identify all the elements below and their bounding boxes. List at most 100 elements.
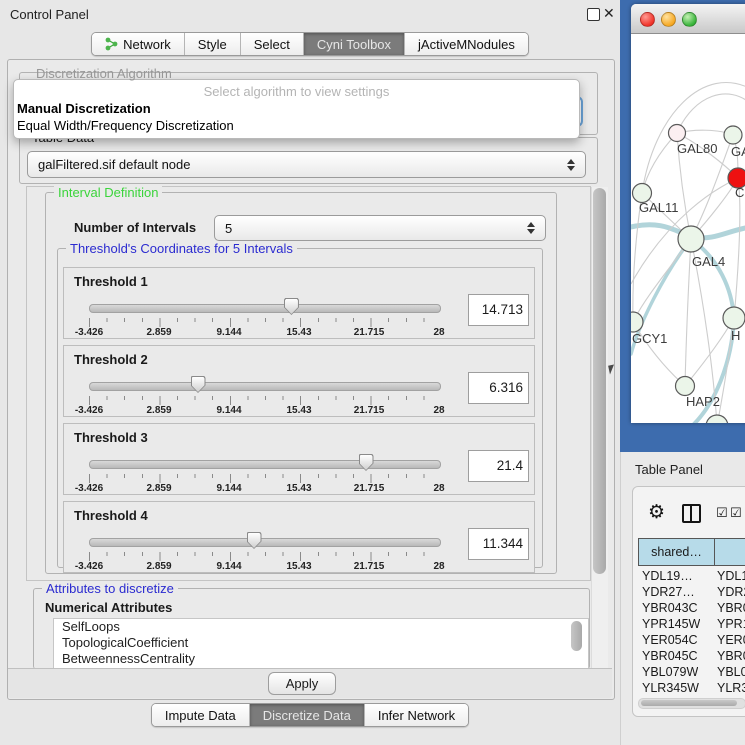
network-node-GAL80[interactable] bbox=[669, 125, 686, 142]
network-node-label: GCY1 bbox=[632, 331, 667, 346]
number-of-intervals-combobox[interactable]: 5 bbox=[214, 215, 546, 241]
network-node-partial-bottom[interactable] bbox=[706, 415, 728, 423]
tab-label: Infer Network bbox=[378, 708, 455, 723]
popup-item-equal-width-frequency[interactable]: Equal Width/Frequency Discretization bbox=[17, 118, 234, 133]
threshold-label: Threshold 1 bbox=[74, 274, 148, 289]
table-data-combobox[interactable]: galFiltered.sif default node bbox=[27, 151, 586, 178]
threshold-slider[interactable] bbox=[89, 532, 439, 552]
slider-ticks bbox=[89, 396, 439, 405]
table-cell[interactable]: YBL0 bbox=[717, 664, 745, 680]
tab-impute-data[interactable]: Impute Data bbox=[152, 704, 250, 726]
tab-jactivemnodules[interactable]: jActiveMNodules bbox=[405, 33, 528, 55]
table-row[interactable]: YER054C bbox=[642, 632, 698, 648]
slider-scale-labels: -3.426 2.859 9.144 15.43 21.715 28 bbox=[89, 561, 439, 571]
tab-cyni-toolbox[interactable]: Cyni Toolbox bbox=[304, 33, 405, 55]
threshold-label: Threshold 2 bbox=[74, 352, 148, 367]
table-row[interactable]: YDR27… bbox=[642, 584, 695, 600]
split-columns-icon[interactable] bbox=[682, 504, 701, 523]
column-header-name[interactable]: na bbox=[714, 538, 745, 566]
list-item[interactable]: SelfLoops bbox=[54, 619, 588, 635]
network-nodes[interactable]: GAL80GACGAL11GAL4GCY1HHAP2 bbox=[631, 125, 745, 424]
network-node-label: GAL11 bbox=[639, 200, 679, 215]
algorithm-dropdown-popup: Select algorithm to view settings Manual… bbox=[13, 79, 580, 139]
threshold-value-field[interactable]: 11.344 bbox=[468, 528, 529, 560]
table-cell[interactable]: YBR0 bbox=[717, 648, 745, 664]
float-window-icon[interactable] bbox=[587, 8, 600, 21]
network-node-GA[interactable] bbox=[724, 126, 742, 144]
scrollbar-thumb[interactable] bbox=[593, 188, 606, 574]
network-node-label: HAP2 bbox=[686, 394, 720, 409]
slider-ticks bbox=[89, 318, 439, 327]
network-node-label: GAL80 bbox=[677, 141, 717, 156]
column-header-shared-name[interactable]: shared… bbox=[638, 538, 715, 566]
threshold-slider[interactable] bbox=[89, 454, 439, 474]
network-node-label: GA bbox=[731, 144, 745, 159]
gear-icon[interactable]: ⚙ bbox=[648, 501, 665, 524]
tab-label: Network bbox=[123, 37, 171, 52]
popup-item-manual-discretization[interactable]: Manual Discretization bbox=[17, 101, 151, 116]
tab-network[interactable]: Network bbox=[92, 33, 185, 55]
table-cell[interactable]: YLR3 bbox=[717, 680, 745, 696]
control-panel-tabs: Network Style Select Cyni Toolbox jActiv… bbox=[0, 32, 620, 56]
list-item[interactable]: TopologicalCoefficient bbox=[54, 635, 588, 651]
threshold-value-field[interactable]: 6.316 bbox=[468, 372, 529, 404]
attributes-list-scrollbar[interactable] bbox=[571, 621, 582, 651]
combo-spinner-icon bbox=[527, 222, 535, 234]
panel-vertical-scrollbar[interactable] bbox=[591, 187, 608, 668]
discretization-algorithm-label: Discretization Algorithm bbox=[36, 66, 172, 81]
table-data-selected-value: galFiltered.sif default node bbox=[38, 157, 190, 172]
combo-spinner-icon bbox=[567, 159, 575, 171]
tab-style[interactable]: Style bbox=[185, 33, 241, 55]
slider-track[interactable] bbox=[89, 460, 441, 469]
scrollbar-thumb[interactable] bbox=[641, 700, 737, 706]
numerical-attributes-label: Numerical Attributes bbox=[45, 600, 172, 615]
slider-scale-labels: -3.426 2.859 9.144 15.43 21.715 28 bbox=[89, 327, 439, 337]
table-cell[interactable]: YPR1 bbox=[717, 616, 745, 632]
slider-track[interactable] bbox=[89, 538, 441, 547]
tab-select[interactable]: Select bbox=[241, 33, 304, 55]
threshold-slider[interactable] bbox=[89, 298, 439, 318]
network-window-titlebar bbox=[631, 4, 745, 34]
tab-discretize-data[interactable]: Discretize Data bbox=[250, 704, 365, 726]
network-node-H[interactable] bbox=[723, 307, 745, 329]
table-row[interactable]: YBR045C bbox=[642, 648, 698, 664]
threshold-value-field[interactable]: 21.4 bbox=[468, 450, 529, 482]
threshold-4-panel: Threshold 4 -3.426 2.859 9.144 15.43 21.… bbox=[63, 501, 535, 573]
checked-box-icon[interactable]: ☑ bbox=[730, 505, 742, 521]
table-cell[interactable]: YBR0 bbox=[717, 600, 745, 616]
close-icon[interactable]: ✕ bbox=[603, 5, 615, 22]
threshold-slider[interactable] bbox=[89, 376, 439, 396]
threshold-3-panel: Threshold 3 -3.426 2.859 9.144 15.43 21.… bbox=[63, 423, 535, 495]
popup-hint: Select algorithm to view settings bbox=[14, 84, 579, 99]
network-window[interactable]: GAL80GACGAL11GAL4GCY1HHAP2 bbox=[631, 4, 745, 423]
minimize-traffic-light-icon[interactable] bbox=[661, 12, 676, 27]
threshold-value-field[interactable]: 14.713 bbox=[468, 294, 529, 326]
table-row[interactable]: YBR043C bbox=[642, 600, 698, 616]
network-icon bbox=[105, 37, 118, 51]
number-of-intervals-value: 5 bbox=[225, 221, 232, 236]
zoom-traffic-light-icon[interactable] bbox=[682, 12, 697, 27]
network-node-GAL4[interactable] bbox=[678, 226, 704, 252]
threshold-label: Threshold 3 bbox=[74, 430, 148, 445]
checked-box-icon[interactable]: ☑ bbox=[716, 505, 728, 521]
network-view-frame: GAL80GACGAL11GAL4GCY1HHAP2 bbox=[620, 0, 745, 452]
list-item[interactable]: BetweennessCentrality bbox=[54, 651, 588, 667]
close-traffic-light-icon[interactable] bbox=[640, 12, 655, 27]
table-panel: Table Panel ⚙ ☑ ☑ shared… na YDL19… YDL1… bbox=[620, 452, 745, 745]
table-row[interactable]: YDL19… bbox=[642, 568, 693, 584]
apply-button[interactable]: Apply bbox=[268, 672, 336, 695]
table-cell[interactable]: YDL1 bbox=[717, 568, 745, 584]
slider-track[interactable] bbox=[89, 382, 441, 391]
network-node-HAP2[interactable] bbox=[676, 377, 695, 396]
network-canvas[interactable]: GAL80GACGAL11GAL4GCY1HHAP2 bbox=[631, 34, 745, 423]
table-cell[interactable]: YDR2 bbox=[717, 584, 745, 600]
table-row[interactable]: YBL079W bbox=[642, 664, 698, 680]
tab-infer-network[interactable]: Infer Network bbox=[365, 704, 468, 726]
slider-track[interactable] bbox=[89, 304, 441, 313]
table-row[interactable]: YLR345W bbox=[642, 680, 699, 696]
table-cell[interactable]: YER0 bbox=[717, 632, 745, 648]
table-horizontal-scrollbar[interactable] bbox=[638, 698, 745, 709]
numerical-attributes-list[interactable]: SelfLoops TopologicalCoefficient Between… bbox=[53, 618, 589, 670]
slider-ticks bbox=[89, 552, 439, 561]
table-row[interactable]: YPR145W bbox=[642, 616, 700, 632]
